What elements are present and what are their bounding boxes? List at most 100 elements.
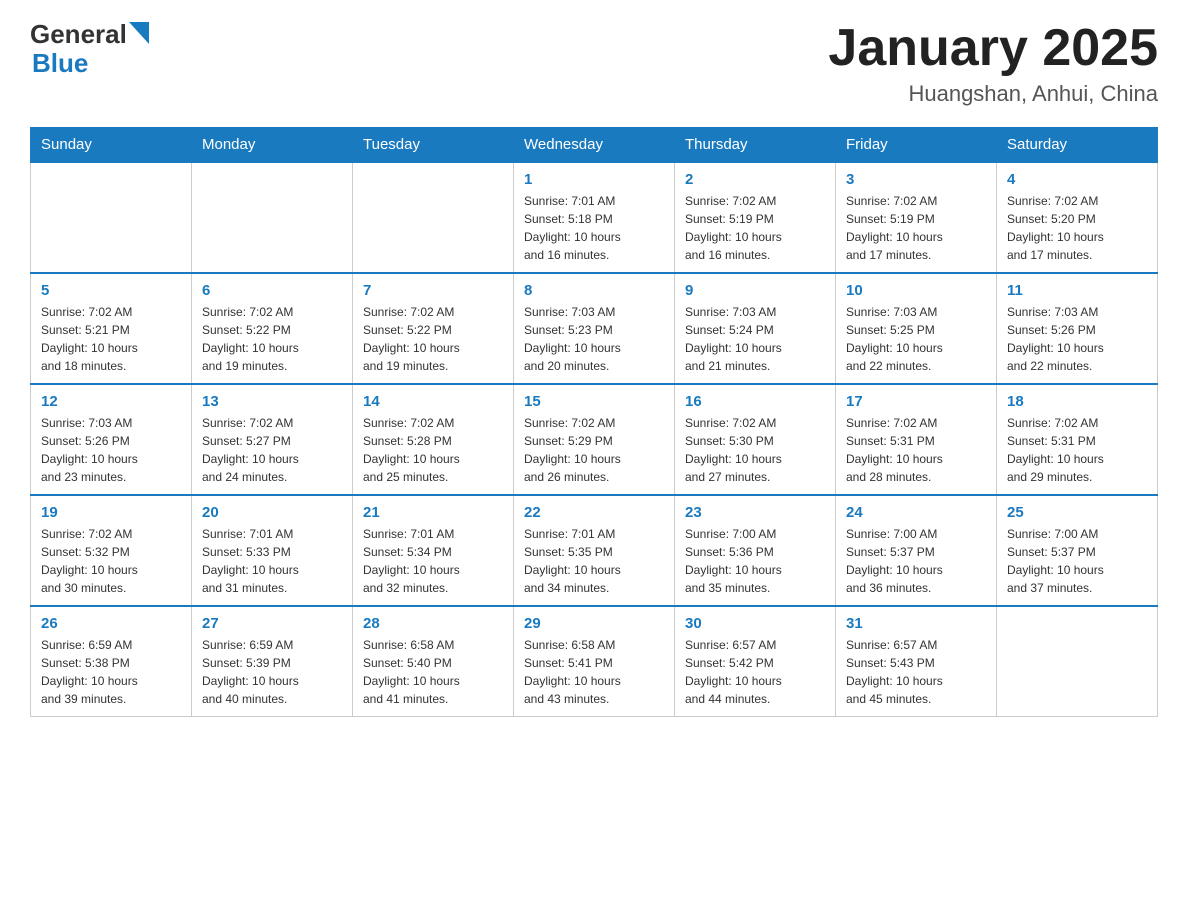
day-info: Sunrise: 7:02 AM Sunset: 5:21 PM Dayligh…	[41, 303, 181, 375]
day-cell: 11 Sunrise: 7:03 AM Sunset: 5:26 PM Dayli…	[997, 273, 1158, 384]
day-number: 10	[846, 282, 986, 299]
day-info: Sunrise: 7:03 AM Sunset: 5:23 PM Dayligh…	[524, 303, 664, 375]
day-cell: 4Sunrise: 7:02 AM Sunset: 5:20 PM Daylig…	[997, 162, 1158, 273]
day-number: 28	[363, 615, 503, 632]
week-row-5: 26 Sunrise: 6:59 AM Sunset: 5:38 PM Dayli…	[31, 606, 1158, 717]
week-row-2: 5 Sunrise: 7:02 AM Sunset: 5:21 PM Daylig…	[31, 273, 1158, 384]
day-info: Sunrise: 7:03 AM Sunset: 5:24 PM Dayligh…	[685, 303, 825, 375]
day-number: 9	[685, 282, 825, 299]
day-cell: 10 Sunrise: 7:03 AM Sunset: 5:25 PM Dayli…	[836, 273, 997, 384]
day-cell: 18Sunrise: 7:02 AM Sunset: 5:31 PM Dayli…	[997, 384, 1158, 495]
day-cell: 24 Sunrise: 7:00 AM Sunset: 5:37 PM Dayli…	[836, 495, 997, 606]
day-info: Sunrise: 7:02 AM Sunset: 5:22 PM Dayligh…	[363, 303, 503, 375]
day-info: Sunrise: 7:01 AM Sunset: 5:18 PM Dayligh…	[524, 192, 664, 264]
col-wednesday: Wednesday	[514, 128, 675, 163]
day-cell: 7Sunrise: 7:02 AM Sunset: 5:22 PM Daylig…	[353, 273, 514, 384]
day-cell: 13 Sunrise: 7:02 AM Sunset: 5:27 PM Dayli…	[192, 384, 353, 495]
day-cell: 20 Sunrise: 7:01 AM Sunset: 5:33 PM Dayli…	[192, 495, 353, 606]
col-monday: Monday	[192, 128, 353, 163]
day-number: 1	[524, 171, 664, 188]
day-info: Sunrise: 7:02 AM Sunset: 5:22 PM Dayligh…	[202, 303, 342, 375]
day-cell: 30 Sunrise: 6:57 AM Sunset: 5:42 PM Dayli…	[675, 606, 836, 717]
day-number: 25	[1007, 504, 1147, 521]
day-cell: 25 Sunrise: 7:00 AM Sunset: 5:37 PM Dayli…	[997, 495, 1158, 606]
day-cell: 3 Sunrise: 7:02 AM Sunset: 5:19 PM Daylig…	[836, 162, 997, 273]
day-number: 22	[524, 504, 664, 521]
day-cell: 17 Sunrise: 7:02 AM Sunset: 5:31 PM Dayli…	[836, 384, 997, 495]
day-number: 23	[685, 504, 825, 521]
day-info: Sunrise: 6:58 AM Sunset: 5:40 PM Dayligh…	[363, 636, 503, 708]
day-info: Sunrise: 7:02 AM Sunset: 5:29 PM Dayligh…	[524, 414, 664, 486]
day-info: Sunrise: 7:00 AM Sunset: 5:36 PM Dayligh…	[685, 525, 825, 597]
day-number: 13	[202, 393, 342, 410]
day-cell: 23 Sunrise: 7:00 AM Sunset: 5:36 PM Dayli…	[675, 495, 836, 606]
day-cell: 14Sunrise: 7:02 AM Sunset: 5:28 PM Dayli…	[353, 384, 514, 495]
day-cell: 6 Sunrise: 7:02 AM Sunset: 5:22 PM Daylig…	[192, 273, 353, 384]
day-info: Sunrise: 7:02 AM Sunset: 5:32 PM Dayligh…	[41, 525, 181, 597]
day-number: 18	[1007, 393, 1147, 410]
day-info: Sunrise: 7:01 AM Sunset: 5:33 PM Dayligh…	[202, 525, 342, 597]
day-info: Sunrise: 7:03 AM Sunset: 5:26 PM Dayligh…	[1007, 303, 1147, 375]
day-info: Sunrise: 7:02 AM Sunset: 5:30 PM Dayligh…	[685, 414, 825, 486]
calendar-subtitle: Huangshan, Anhui, China	[828, 81, 1158, 107]
day-info: Sunrise: 7:02 AM Sunset: 5:20 PM Dayligh…	[1007, 192, 1147, 264]
logo: General Blue	[30, 20, 149, 77]
day-cell: 12Sunrise: 7:03 AM Sunset: 5:26 PM Dayli…	[31, 384, 192, 495]
day-info: Sunrise: 6:59 AM Sunset: 5:38 PM Dayligh…	[41, 636, 181, 708]
col-sunday: Sunday	[31, 128, 192, 163]
page-header: General Blue January 2025 Huangshan, Anh…	[30, 20, 1158, 107]
week-row-1: 1 Sunrise: 7:01 AM Sunset: 5:18 PM Daylig…	[31, 162, 1158, 273]
col-saturday: Saturday	[997, 128, 1158, 163]
col-thursday: Thursday	[675, 128, 836, 163]
day-cell	[353, 162, 514, 273]
day-number: 24	[846, 504, 986, 521]
day-info: Sunrise: 7:02 AM Sunset: 5:19 PM Dayligh…	[846, 192, 986, 264]
day-number: 5	[41, 282, 181, 299]
day-cell: 15 Sunrise: 7:02 AM Sunset: 5:29 PM Dayli…	[514, 384, 675, 495]
day-number: 21	[363, 504, 503, 521]
day-number: 16	[685, 393, 825, 410]
day-cell	[192, 162, 353, 273]
day-info: Sunrise: 7:01 AM Sunset: 5:35 PM Dayligh…	[524, 525, 664, 597]
day-number: 8	[524, 282, 664, 299]
day-info: Sunrise: 7:02 AM Sunset: 5:31 PM Dayligh…	[846, 414, 986, 486]
day-cell: 1 Sunrise: 7:01 AM Sunset: 5:18 PM Daylig…	[514, 162, 675, 273]
title-block: January 2025 Huangshan, Anhui, China	[828, 20, 1158, 107]
day-info: Sunrise: 7:00 AM Sunset: 5:37 PM Dayligh…	[1007, 525, 1147, 597]
day-number: 19	[41, 504, 181, 521]
day-cell: 8 Sunrise: 7:03 AM Sunset: 5:23 PM Daylig…	[514, 273, 675, 384]
day-number: 3	[846, 171, 986, 188]
day-cell: 2 Sunrise: 7:02 AM Sunset: 5:19 PM Daylig…	[675, 162, 836, 273]
day-number: 17	[846, 393, 986, 410]
day-cell: 28 Sunrise: 6:58 AM Sunset: 5:40 PM Dayli…	[353, 606, 514, 717]
day-info: Sunrise: 7:03 AM Sunset: 5:25 PM Dayligh…	[846, 303, 986, 375]
day-number: 6	[202, 282, 342, 299]
week-row-4: 19 Sunrise: 7:02 AM Sunset: 5:32 PM Dayli…	[31, 495, 1158, 606]
day-number: 26	[41, 615, 181, 632]
logo-general-text: General	[30, 20, 127, 49]
col-friday: Friday	[836, 128, 997, 163]
day-cell	[31, 162, 192, 273]
day-number: 29	[524, 615, 664, 632]
calendar-title: January 2025	[828, 20, 1158, 77]
day-info: Sunrise: 7:01 AM Sunset: 5:34 PM Dayligh…	[363, 525, 503, 597]
day-cell: 29Sunrise: 6:58 AM Sunset: 5:41 PM Dayli…	[514, 606, 675, 717]
day-number: 20	[202, 504, 342, 521]
day-cell: 19 Sunrise: 7:02 AM Sunset: 5:32 PM Dayli…	[31, 495, 192, 606]
logo-blue-text: Blue	[32, 49, 88, 78]
day-cell: 16 Sunrise: 7:02 AM Sunset: 5:30 PM Dayli…	[675, 384, 836, 495]
day-info: Sunrise: 7:03 AM Sunset: 5:26 PM Dayligh…	[41, 414, 181, 486]
day-cell: 9 Sunrise: 7:03 AM Sunset: 5:24 PM Daylig…	[675, 273, 836, 384]
day-info: Sunrise: 6:57 AM Sunset: 5:42 PM Dayligh…	[685, 636, 825, 708]
day-info: Sunrise: 7:00 AM Sunset: 5:37 PM Dayligh…	[846, 525, 986, 597]
day-cell: 27Sunrise: 6:59 AM Sunset: 5:39 PM Dayli…	[192, 606, 353, 717]
day-number: 30	[685, 615, 825, 632]
col-tuesday: Tuesday	[353, 128, 514, 163]
day-cell: 21 Sunrise: 7:01 AM Sunset: 5:34 PM Dayli…	[353, 495, 514, 606]
day-cell: 26 Sunrise: 6:59 AM Sunset: 5:38 PM Dayli…	[31, 606, 192, 717]
day-number: 15	[524, 393, 664, 410]
day-info: Sunrise: 7:02 AM Sunset: 5:19 PM Dayligh…	[685, 192, 825, 264]
day-number: 2	[685, 171, 825, 188]
day-info: Sunrise: 7:02 AM Sunset: 5:27 PM Dayligh…	[202, 414, 342, 486]
day-number: 11	[1007, 282, 1147, 299]
